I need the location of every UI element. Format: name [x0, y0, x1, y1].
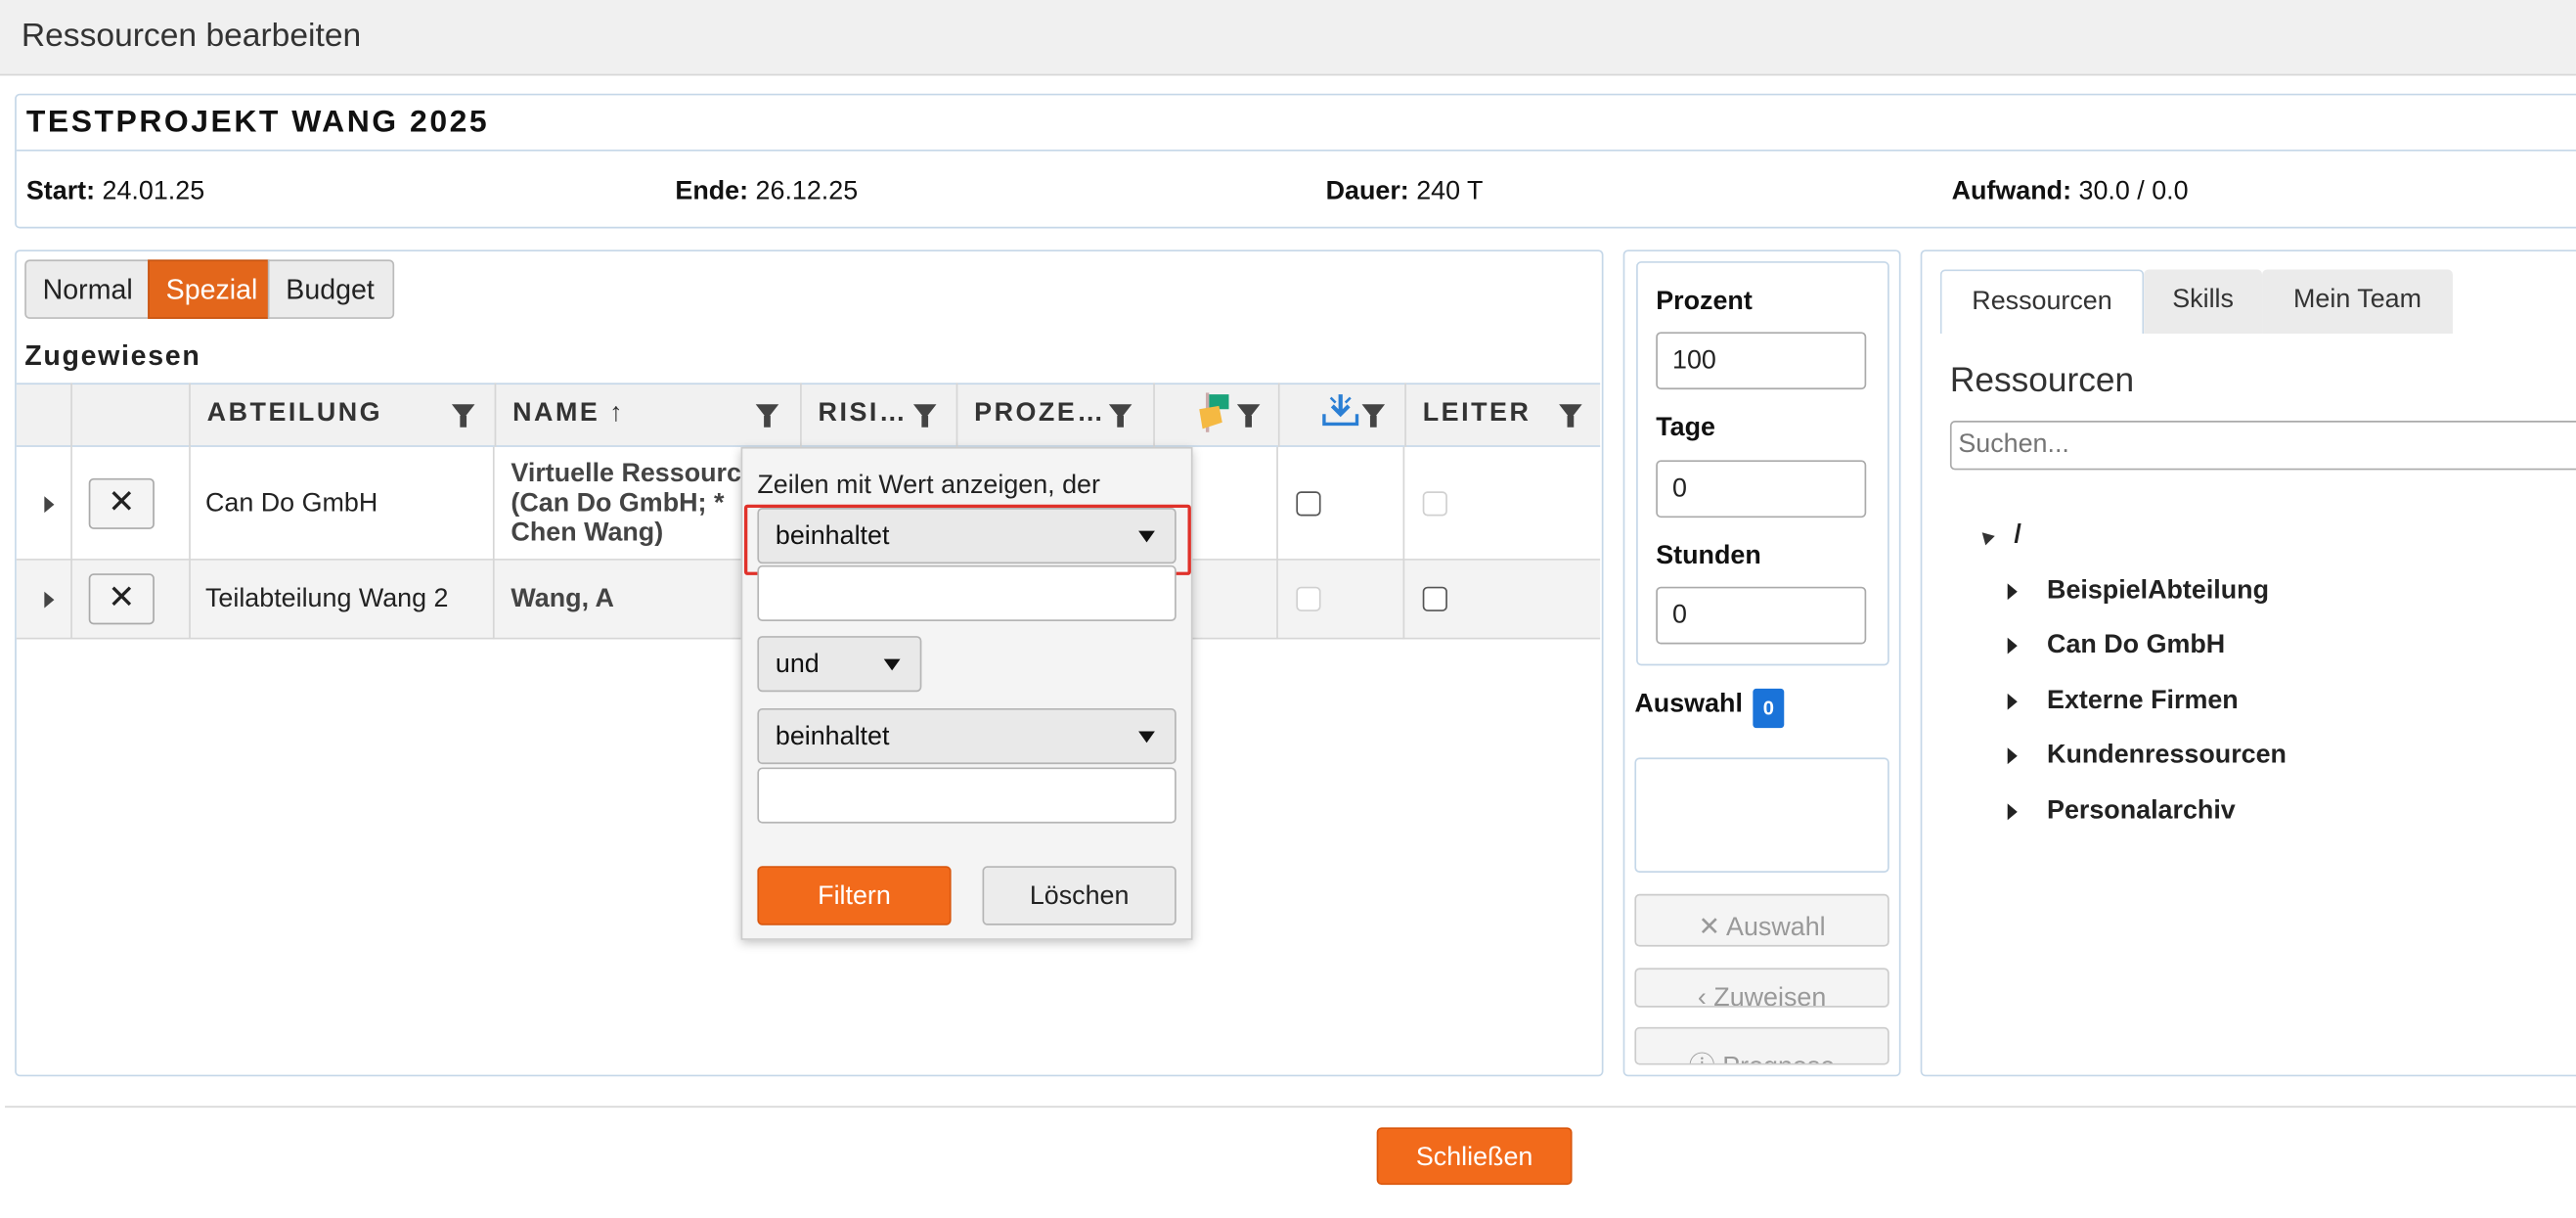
selection-list[interactable] — [1634, 757, 1889, 873]
hours-label: Stunden — [1656, 542, 1761, 570]
chevron-down-icon — [1138, 731, 1155, 744]
sort-asc-icon: ↑ — [609, 399, 626, 428]
expand-node-icon[interactable] — [2007, 583, 2018, 601]
import-checkbox — [1296, 586, 1321, 611]
tree-root[interactable]: / — [2014, 520, 2021, 550]
tree-item-can-do-gmbh[interactable]: Can Do GmbH — [2047, 631, 2225, 660]
project-end: Ende: 26.12.25 — [675, 177, 859, 205]
remove-row-button[interactable]: ✕ — [88, 477, 155, 529]
filter-apply-button[interactable]: Filtern — [757, 866, 952, 925]
footer-divider — [5, 1105, 2576, 1108]
percent-label: Prozent — [1656, 287, 1753, 316]
tree-item-kundenressourcen[interactable]: Kundenressourcen — [2047, 742, 2287, 771]
expand-node-icon[interactable] — [2007, 693, 2018, 710]
import-checkbox[interactable] — [1296, 491, 1321, 517]
view-normal-button[interactable]: Normal — [24, 259, 150, 319]
view-spezial-button[interactable]: Spezial — [148, 259, 270, 319]
forecast-button[interactable]: ⓘ Prognose — [1634, 1026, 1889, 1065]
header-name[interactable]: NAME ↑ — [494, 383, 800, 447]
selection-count-badge: 0 — [1753, 688, 1785, 729]
expand-row-icon[interactable] — [44, 496, 55, 514]
hours-input[interactable]: 0 — [1656, 586, 1867, 645]
project-info-panel: TESTPROJEKT WANG 2025 Start: 24.01.25 En… — [15, 93, 2576, 229]
header-abteilung[interactable]: ABTEILUNG — [189, 383, 494, 447]
flag-column-icon — [1199, 392, 1229, 432]
tree-item-externe-firmen[interactable]: Externe Firmen — [2047, 687, 2239, 716]
filter-prompt: Zeilen mit Wert anzeigen, der — [757, 472, 1100, 500]
expand-node-icon[interactable] — [2007, 747, 2018, 765]
row-department: Can Do GmbH — [204, 489, 378, 519]
filter-flag-icon[interactable] — [1236, 404, 1261, 428]
leader-checkbox — [1422, 491, 1447, 517]
percent-input[interactable]: 100 — [1656, 332, 1867, 390]
filter-value-input-2[interactable] — [757, 767, 1177, 824]
filter-name-icon[interactable] — [755, 404, 779, 428]
resources-heading: Ressourcen — [1949, 361, 2135, 400]
assign-button[interactable]: ‹ Zuweisen — [1634, 968, 1889, 1008]
tab-ressourcen[interactable]: Ressourcen — [1939, 269, 2145, 334]
import-column-icon — [1322, 394, 1359, 427]
row-department: Teilabteilung Wang 2 — [204, 585, 449, 613]
filter-abteilung-icon[interactable] — [451, 404, 475, 428]
tree-item-personalarchiv[interactable]: Personalarchiv — [2047, 797, 2236, 827]
expand-row-icon[interactable] — [44, 591, 55, 609]
project-effort: Aufwand: 30.0 / 0.0 — [1951, 177, 2189, 205]
window-title: Ressourcen bearbeiten — [21, 18, 362, 55]
tab-skills[interactable]: Skills — [2144, 269, 2263, 334]
remove-row-button[interactable]: ✕ — [88, 573, 155, 625]
chevron-down-icon — [883, 658, 901, 671]
filter-value-input-1[interactable] — [757, 564, 1177, 621]
close-button[interactable]: Schließen — [1376, 1127, 1573, 1186]
header-import[interactable] — [1277, 383, 1404, 447]
project-start: Start: 24.01.25 — [25, 177, 205, 205]
window-title-bar: Ressourcen bearbeiten — [0, 0, 2576, 76]
filter-operator-select-2[interactable]: beinhaltet — [757, 707, 1177, 765]
view-budget-button[interactable]: Budget — [267, 259, 395, 319]
filter-clear-button[interactable]: Löschen — [982, 866, 1177, 925]
expand-node-icon[interactable] — [2007, 637, 2018, 654]
filter-popup: Zeilen mit Wert anzeigen, der beinhaltet… — [740, 446, 1193, 940]
tree-item-beispielabteilung[interactable]: BeispielAbteilung — [2047, 577, 2269, 607]
filter-logic-select[interactable]: und — [757, 636, 922, 693]
filter-prozent-icon[interactable] — [1108, 404, 1133, 428]
expand-node-icon[interactable] — [2007, 803, 2018, 821]
leader-checkbox[interactable] — [1422, 586, 1447, 611]
filter-import-icon[interactable] — [1361, 404, 1386, 428]
header-remove-col — [70, 383, 189, 447]
selection-label: Auswahl — [1634, 690, 1743, 719]
clear-selection-button[interactable]: ✕ Auswahl — [1634, 893, 1889, 947]
days-input[interactable]: 0 — [1656, 460, 1867, 519]
days-label: Tage — [1656, 414, 1715, 442]
row-name: Virtuelle Ressourc (Can Do GmbH; * Chen … — [511, 460, 741, 548]
project-title: TESTPROJEKT WANG 2025 — [25, 105, 490, 140]
assigned-title: Zugewiesen — [24, 339, 201, 372]
filter-leiter-icon[interactable] — [1559, 404, 1582, 428]
filter-risiko-icon[interactable] — [912, 404, 937, 428]
row-name: Wang, A — [511, 585, 614, 613]
tab-mein-team[interactable]: Mein Team — [2262, 269, 2453, 334]
resource-search-input[interactable] — [1949, 421, 2576, 471]
project-duration: Dauer: 240 T — [1325, 177, 1484, 205]
